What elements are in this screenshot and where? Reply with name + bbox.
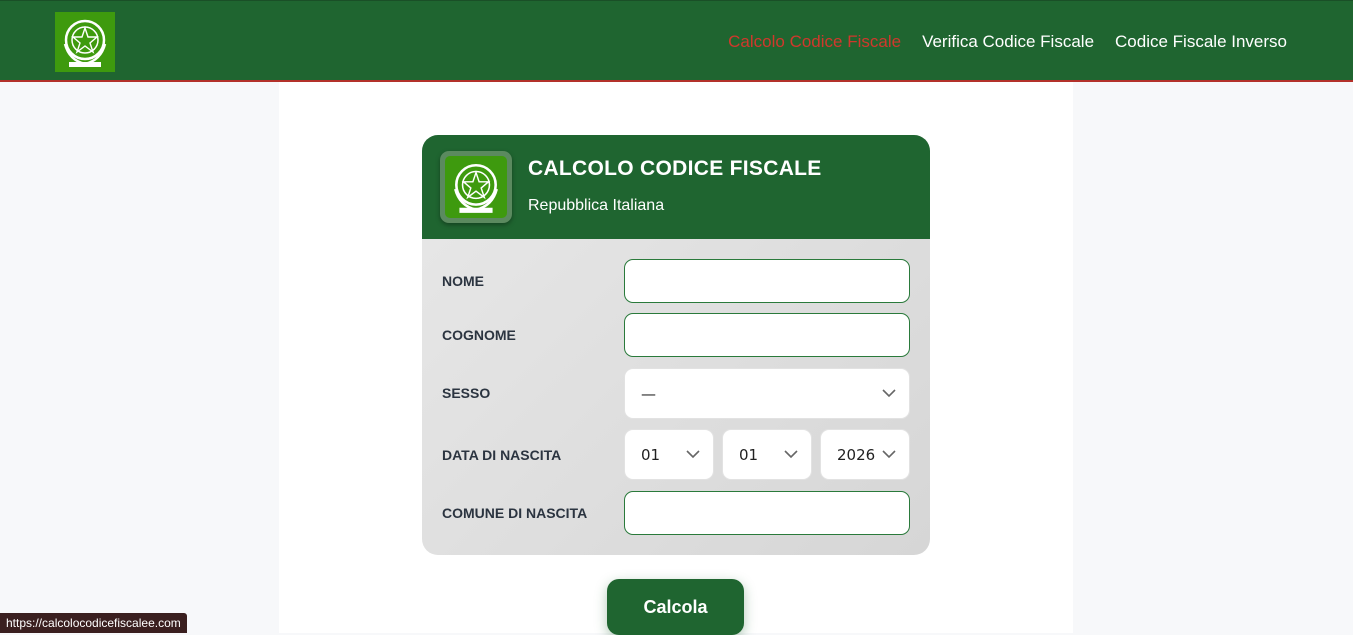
comune-label: COMUNE DI NASCITA	[442, 505, 588, 521]
emblem-icon	[63, 19, 107, 67]
nav-link-verifica[interactable]: Verifica Codice Fiscale	[922, 32, 1094, 52]
anno-selected-value: 2026	[837, 445, 876, 464]
sesso-selected-value: —	[641, 384, 656, 403]
chevron-down-icon	[882, 389, 896, 398]
chevron-down-icon	[686, 450, 700, 459]
cognome-input[interactable]	[624, 313, 910, 357]
comune-input[interactable]	[624, 491, 910, 535]
mese-selected-value: 01	[739, 445, 759, 464]
chevron-down-icon	[784, 450, 798, 459]
sesso-select[interactable]: —	[624, 368, 910, 419]
top-navbar: Calcolo Codice Fiscale Verifica Codice F…	[0, 0, 1353, 82]
nav-links: Calcolo Codice Fiscale Verifica Codice F…	[728, 32, 1287, 52]
emblem-logo[interactable]	[55, 12, 115, 72]
mese-select[interactable]: 01	[722, 429, 812, 480]
giorno-select[interactable]: 01	[624, 429, 714, 480]
card-logo	[440, 151, 512, 223]
calcola-button[interactable]: Calcola	[607, 579, 744, 635]
emblem-icon	[454, 163, 498, 213]
chevron-down-icon	[882, 450, 896, 459]
data-nascita-label: DATA DI NASCITA	[442, 447, 562, 463]
nome-input[interactable]	[624, 259, 910, 303]
giorno-selected-value: 01	[641, 445, 661, 464]
cognome-label: COGNOME	[442, 327, 516, 343]
nav-link-calcolo[interactable]: Calcolo Codice Fiscale	[728, 32, 901, 52]
card-title: CALCOLO CODICE FISCALE	[528, 157, 822, 180]
card-header: CALCOLO CODICE FISCALE Repubblica Italia…	[422, 135, 930, 239]
status-url: https://calcolocodicefiscalee.com	[0, 613, 187, 633]
nav-link-inverso[interactable]: Codice Fiscale Inverso	[1115, 32, 1287, 52]
card-subtitle: Repubblica Italiana	[528, 197, 665, 214]
sesso-label: SESSO	[442, 385, 491, 401]
nome-label: NOME	[442, 273, 484, 289]
calcolo-form-card: CALCOLO CODICE FISCALE Repubblica Italia…	[422, 135, 930, 555]
anno-select[interactable]: 2026	[820, 429, 910, 480]
